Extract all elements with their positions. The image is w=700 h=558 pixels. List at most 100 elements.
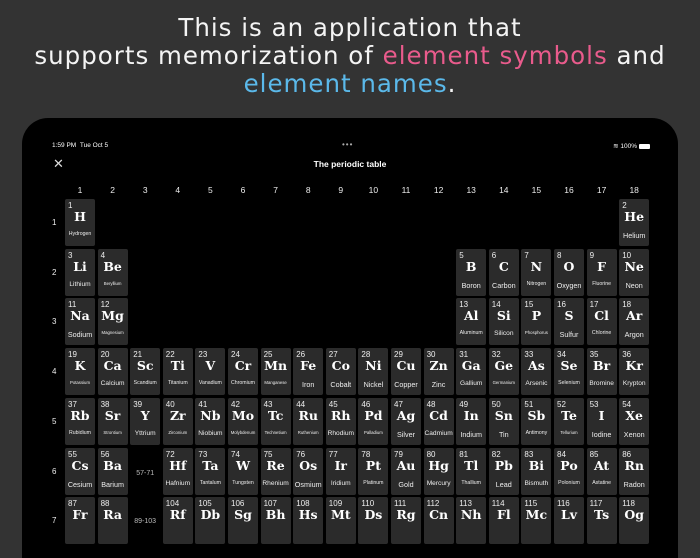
element-cell[interactable]: 118 Og xyxy=(619,497,650,545)
group-header: 3 xyxy=(142,185,148,195)
element-cell[interactable]: 84 Po Polonium xyxy=(554,447,584,495)
element-symbol: N xyxy=(530,258,543,274)
element-cell[interactable]: 8 O Oxygen xyxy=(554,248,584,296)
element-cell[interactable]: 2 He Helium xyxy=(619,199,650,246)
element-cell[interactable]: 41 Nb Niobium xyxy=(195,397,226,445)
element-cell[interactable]: 42 Mo Molybdenum xyxy=(228,397,258,445)
element-cell[interactable]: 10 Ne Neon xyxy=(619,248,650,296)
element-cell[interactable]: 46 Pd Palladium xyxy=(358,397,389,445)
element-cell[interactable]: 114 Fl xyxy=(488,497,519,545)
element-cell[interactable]: 51 Sb Antimony xyxy=(521,397,552,445)
element-cell[interactable]: 35 Br Bromine xyxy=(586,348,617,396)
element-cell[interactable]: 117 Ts xyxy=(586,497,617,545)
element-cell[interactable]: 12 Mg Magnesium xyxy=(97,298,128,346)
element-cell[interactable]: 81 Tl Thallium xyxy=(456,447,487,495)
element-cell[interactable]: 24 Cr Chromium xyxy=(228,348,258,396)
element-cell[interactable]: 22 Ti Titanium xyxy=(162,348,193,396)
element-cell[interactable]: 74 W Tungsten xyxy=(228,447,258,495)
element-cell[interactable]: 4 Be Beryllium xyxy=(97,248,128,296)
element-symbol: Bh xyxy=(265,507,286,523)
element-cell[interactable]: 6 C Carbon xyxy=(488,248,519,296)
element-cell[interactable]: 38 Sr Strontium xyxy=(97,397,128,445)
element-cell[interactable]: 116 Lv xyxy=(554,497,584,545)
element-cell[interactable]: 18 Ar Argon xyxy=(619,298,650,346)
element-cell[interactable]: 21 Sc Scandium xyxy=(130,348,161,396)
element-cell[interactable]: 88 Ra xyxy=(97,497,128,545)
ipad-screen: 1:59 PM Tue Oct 5 ••• ≋ 100% ✕ The perio… xyxy=(22,118,678,558)
element-cell[interactable]: 109 Mt xyxy=(325,497,356,545)
element-symbol: Tl xyxy=(464,457,479,473)
element-cell[interactable]: 28 Ni Nickel xyxy=(358,348,389,396)
element-name: Zinc xyxy=(431,380,446,390)
element-cell[interactable]: 3 Li Lithium xyxy=(65,248,95,296)
element-cell[interactable]: 106 Sg xyxy=(228,497,258,545)
element-cell[interactable]: 39 Y Yttrium xyxy=(130,397,161,445)
element-cell[interactable]: 54 Xe Xenon xyxy=(619,397,650,445)
element-cell[interactable]: 79 Au Gold xyxy=(391,447,421,495)
element-cell[interactable]: 37 Rb Rubidium xyxy=(65,397,95,445)
element-cell[interactable]: 44 Ru Ruthenium xyxy=(293,397,324,445)
element-cell[interactable]: 85 At Astatine xyxy=(586,447,617,495)
element-cell[interactable]: 113 Nh xyxy=(456,497,487,545)
element-name: Nickel xyxy=(363,380,384,390)
element-cell[interactable]: 1 H Hydrogen xyxy=(65,199,95,246)
element-cell[interactable]: 50 Sn Tin xyxy=(488,397,519,445)
element-cell[interactable]: 86 Rn Radon xyxy=(619,447,650,495)
element-cell[interactable]: 17 Cl Chlorine xyxy=(586,298,617,346)
element-cell[interactable]: 76 Os Osmium xyxy=(293,447,324,495)
element-symbol: Be xyxy=(103,258,122,274)
element-cell[interactable]: 16 S Sulfur xyxy=(554,298,584,346)
element-cell[interactable]: 36 Kr Krypton xyxy=(619,348,650,396)
element-cell[interactable]: 110 Ds xyxy=(358,497,389,545)
element-cell[interactable]: 49 In Indium xyxy=(456,397,487,445)
element-cell[interactable]: 9 F Fluorine xyxy=(586,248,617,296)
element-cell[interactable]: 105 Db xyxy=(195,497,226,545)
element-cell[interactable]: 30 Zn Zinc xyxy=(423,348,454,396)
element-cell[interactable]: 75 Re Rhenium xyxy=(260,447,291,495)
element-cell[interactable]: 13 Al Aluminum xyxy=(456,298,487,346)
headline-text: and xyxy=(607,41,666,70)
element-cell[interactable]: 5 B Boron xyxy=(456,248,487,296)
element-cell[interactable]: 45 Rh Rhodium xyxy=(325,397,356,445)
element-cell[interactable]: 23 V Vanadium xyxy=(195,348,226,396)
element-cell[interactable]: 26 Fe Iron xyxy=(293,348,324,396)
element-cell[interactable]: 11 Na Sodium xyxy=(65,298,95,346)
element-cell[interactable]: 80 Hg Mercury xyxy=(423,447,454,495)
element-cell[interactable]: 7 N Nitrogen xyxy=(521,248,552,296)
element-cell[interactable]: 78 Pt Platinum xyxy=(358,447,389,495)
element-cell[interactable]: 47 Ag Silver xyxy=(391,397,421,445)
element-cell[interactable]: 52 Te Tellurium xyxy=(554,397,584,445)
element-cell[interactable]: 115 Mc xyxy=(521,497,552,545)
element-cell[interactable]: 19 K Potassium xyxy=(65,348,95,396)
element-cell[interactable]: 111 Rg xyxy=(391,497,421,545)
element-cell[interactable]: 104 Rf xyxy=(162,497,193,545)
element-cell[interactable]: 15 P Phosphorus xyxy=(521,298,552,346)
headline-text: . xyxy=(447,69,457,98)
element-cell[interactable]: 77 Ir Iridium xyxy=(325,447,356,495)
element-cell[interactable]: 112 Cn xyxy=(423,497,454,545)
element-cell[interactable]: 55 Cs Cesium xyxy=(65,447,95,495)
element-cell[interactable]: 27 Co Cobalt xyxy=(325,348,356,396)
element-cell[interactable]: 83 Bi Bismuth xyxy=(521,447,552,495)
element-cell[interactable]: 32 Ge Germanium xyxy=(488,348,519,396)
multitasking-dots[interactable]: ••• xyxy=(342,140,353,149)
element-cell[interactable]: 43 Tc Technetium xyxy=(260,397,291,445)
element-cell[interactable]: 72 Hf Hafnium xyxy=(162,447,193,495)
element-cell[interactable]: 20 Ca Calcium xyxy=(97,348,128,396)
element-cell[interactable]: 34 Se Selenium xyxy=(554,348,584,396)
element-cell[interactable]: 31 Ga Gallium xyxy=(456,348,487,396)
element-cell[interactable]: 40 Zr Zirconium xyxy=(162,397,193,445)
element-cell[interactable]: 108 Hs xyxy=(293,497,324,545)
element-cell[interactable]: 53 I Iodine xyxy=(586,397,617,445)
element-cell[interactable]: 29 Cu Copper xyxy=(391,348,421,396)
element-cell[interactable]: 33 As Arsenic xyxy=(521,348,552,396)
element-cell[interactable]: 87 Fr xyxy=(65,497,95,545)
element-cell[interactable]: 56 Ba Barium xyxy=(97,447,128,495)
element-name: Xenon xyxy=(623,429,645,439)
element-cell[interactable]: 82 Pb Lead xyxy=(488,447,519,495)
element-cell[interactable]: 48 Cd Cadmium xyxy=(423,397,454,445)
element-cell[interactable]: 73 Ta Tantalum xyxy=(195,447,226,495)
element-cell[interactable]: 25 Mn Manganese xyxy=(260,348,291,396)
element-cell[interactable]: 14 Si Silicon xyxy=(488,298,519,346)
element-cell[interactable]: 107 Bh xyxy=(260,497,291,545)
